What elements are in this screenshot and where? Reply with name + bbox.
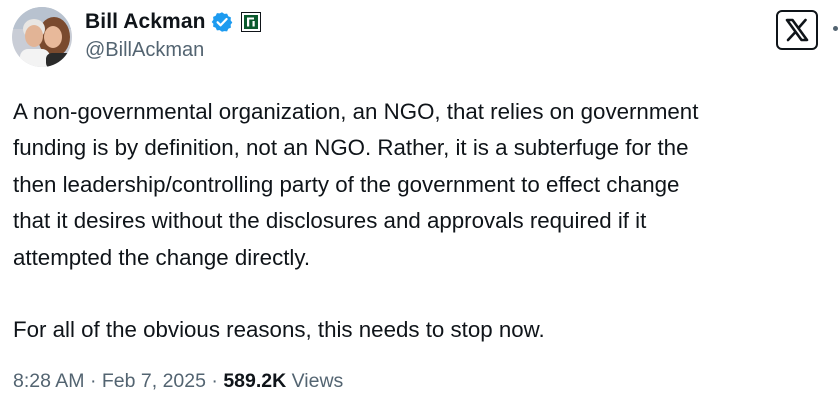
verified-badge-icon[interactable] — [211, 11, 233, 33]
meta-separator: · — [84, 370, 102, 392]
post-metadata: 8:28 AM · Feb 7, 2025 · 589.2K Views — [13, 370, 343, 393]
post-date[interactable]: Feb 7, 2025 — [102, 370, 206, 393]
author-handle[interactable]: @BillAckman — [85, 39, 261, 62]
profile-photo — [12, 7, 72, 67]
x-logo-icon[interactable] — [776, 10, 818, 50]
post-header: Bill Ackman @BillAckman — [12, 7, 261, 71]
post-card: Bill Ackman @BillAckman A non-government… — [0, 0, 839, 403]
author-display-name[interactable]: Bill Ackman — [85, 10, 206, 34]
affiliation-badge-icon[interactable] — [240, 12, 261, 32]
views-count[interactable]: 589.2K — [223, 370, 286, 393]
more-options-icon[interactable] — [833, 26, 838, 31]
post-time[interactable]: 8:28 AM — [13, 370, 85, 393]
post-text: A non-governmental organization, an NGO,… — [13, 99, 699, 343]
author-names: Bill Ackman @BillAckman — [85, 7, 261, 62]
avatar[interactable] — [12, 7, 72, 67]
name-row: Bill Ackman — [85, 7, 261, 37]
meta-separator: · — [205, 370, 224, 392]
views-label: Views — [286, 370, 344, 392]
